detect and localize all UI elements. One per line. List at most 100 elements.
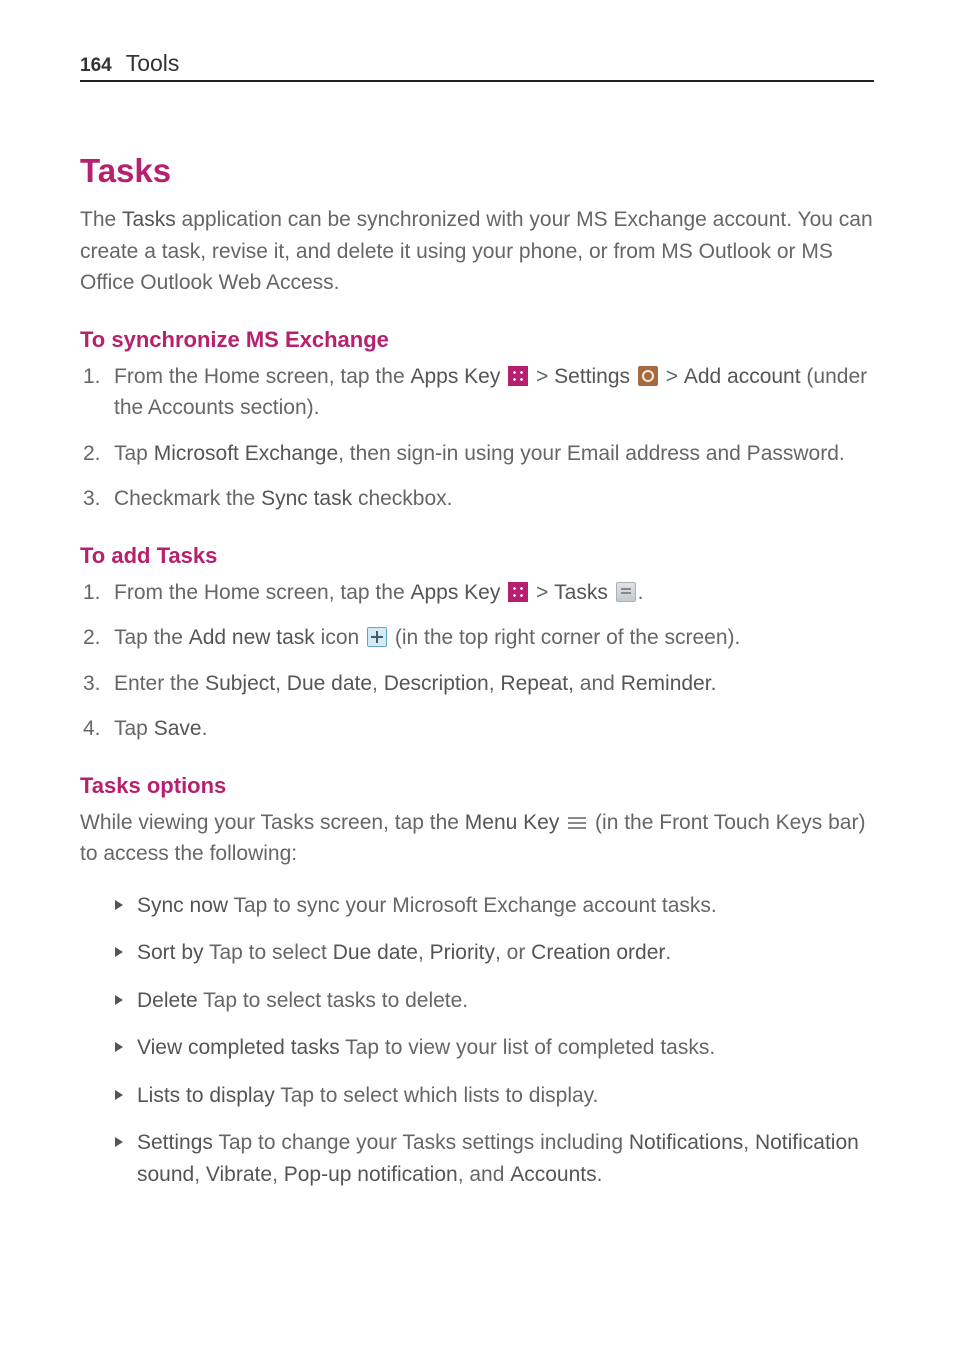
list-item: Settings Tap to change your Tasks settin… bbox=[115, 1127, 874, 1190]
step-number: 2. bbox=[83, 438, 101, 470]
bold-text: Delete bbox=[137, 989, 198, 1012]
step-number: 3. bbox=[83, 668, 101, 700]
text: , or bbox=[495, 941, 531, 964]
bold-text: Add account bbox=[684, 365, 801, 388]
bold-text: Due date bbox=[333, 941, 418, 964]
steps-list: 1. From the Home screen, tap the Apps Ke… bbox=[80, 361, 874, 515]
text: application can be synchronized with you… bbox=[80, 208, 873, 294]
list-item: Lists to display Tap to select which lis… bbox=[115, 1080, 874, 1112]
bold-text: Vibrate bbox=[206, 1163, 272, 1186]
text: From the Home screen, tap the bbox=[114, 581, 410, 604]
page-header: 164 Tools bbox=[80, 50, 874, 82]
list-item: 1. From the Home screen, tap the Apps Ke… bbox=[80, 577, 874, 609]
options-list: Sync now Tap to sync your Microsoft Exch… bbox=[115, 890, 874, 1191]
menu-key-icon bbox=[568, 816, 586, 830]
text: , bbox=[489, 672, 501, 695]
text: , bbox=[372, 672, 384, 695]
text: > bbox=[530, 365, 554, 388]
tasks-icon bbox=[616, 582, 636, 602]
text: From the Home screen, tap the bbox=[114, 365, 410, 388]
text: (in the top right corner of the screen). bbox=[389, 626, 740, 649]
bold-text: Subject bbox=[205, 672, 275, 695]
text: . bbox=[665, 941, 671, 964]
text: , bbox=[272, 1163, 284, 1186]
bold-text: Pop-up notification bbox=[284, 1163, 458, 1186]
triangle-bullet-icon bbox=[115, 1137, 123, 1147]
step-number: 3. bbox=[83, 483, 101, 515]
document-page: 164 Tools Tasks The Tasks application ca… bbox=[0, 0, 954, 1266]
heading-sync: To synchronize MS Exchange bbox=[80, 327, 874, 353]
bold-text: Notifications bbox=[629, 1131, 743, 1154]
bold-text: Apps Key bbox=[410, 365, 500, 388]
list-item: Sort by Tap to select Due date, Priority… bbox=[115, 937, 874, 969]
heading-add: To add Tasks bbox=[80, 543, 874, 569]
text: Enter the bbox=[114, 672, 205, 695]
heading-options: Tasks options bbox=[80, 773, 874, 799]
text: and bbox=[574, 672, 621, 695]
list-item: View completed tasks Tap to view your li… bbox=[115, 1032, 874, 1064]
text: The bbox=[80, 208, 122, 231]
bold-text: Settings bbox=[554, 365, 630, 388]
bold-text: Sync now bbox=[137, 894, 228, 917]
options-intro: While viewing your Tasks screen, tap the… bbox=[80, 807, 874, 870]
triangle-bullet-icon bbox=[115, 995, 123, 1005]
bold-text: Lists to display bbox=[137, 1084, 275, 1107]
bold-text: Description bbox=[384, 672, 489, 695]
step-number: 4. bbox=[83, 713, 101, 745]
list-item: Delete Tap to select tasks to delete. bbox=[115, 985, 874, 1017]
text: Tap bbox=[114, 717, 154, 740]
text: , bbox=[418, 941, 430, 964]
bold-text: Accounts bbox=[510, 1163, 596, 1186]
triangle-bullet-icon bbox=[115, 1090, 123, 1100]
text: . bbox=[638, 581, 644, 604]
text: , bbox=[275, 672, 287, 695]
bold-text: Tasks bbox=[554, 581, 608, 604]
list-item: 2. Tap the Add new task icon (in the top… bbox=[80, 622, 874, 654]
text: While viewing your Tasks screen, tap the bbox=[80, 811, 465, 834]
text: Tap to select which lists to display. bbox=[275, 1084, 599, 1107]
text: , and bbox=[458, 1163, 511, 1186]
bold-text: Add new task bbox=[189, 626, 315, 649]
list-item: 4. Tap Save. bbox=[80, 713, 874, 745]
bold-text: Repeat, bbox=[500, 672, 574, 695]
step-number: 1. bbox=[83, 577, 101, 609]
text: > bbox=[660, 365, 684, 388]
bold-text: Menu Key bbox=[465, 811, 560, 834]
bold-text: Microsoft Exchange bbox=[154, 442, 338, 465]
bold-text: Apps Key bbox=[410, 581, 500, 604]
list-item: 2. Tap Microsoft Exchange, then sign-in … bbox=[80, 438, 874, 470]
list-item: Sync now Tap to sync your Microsoft Exch… bbox=[115, 890, 874, 922]
bold-text: Reminder. bbox=[621, 672, 717, 695]
text: icon bbox=[315, 626, 365, 649]
apps-key-icon bbox=[508, 582, 528, 602]
text: . bbox=[597, 1163, 603, 1186]
bold-text: Sort by bbox=[137, 941, 204, 964]
bold-text: Tasks bbox=[122, 208, 176, 231]
apps-key-icon bbox=[508, 366, 528, 386]
triangle-bullet-icon bbox=[115, 900, 123, 910]
page-number: 164 bbox=[80, 55, 112, 77]
list-item: 1. From the Home screen, tap the Apps Ke… bbox=[80, 361, 874, 424]
triangle-bullet-icon bbox=[115, 1042, 123, 1052]
list-item: 3. Checkmark the Sync task checkbox. bbox=[80, 483, 874, 515]
text: . bbox=[202, 717, 208, 740]
triangle-bullet-icon bbox=[115, 947, 123, 957]
text: Tap to change your Tasks settings includ… bbox=[213, 1131, 629, 1154]
settings-icon bbox=[638, 366, 658, 386]
text: Tap to select tasks to delete. bbox=[198, 989, 468, 1012]
text: , bbox=[743, 1131, 755, 1154]
bold-text: Creation order bbox=[531, 941, 665, 964]
section-name: Tools bbox=[126, 50, 180, 77]
text: checkbox. bbox=[352, 487, 452, 510]
text: , bbox=[194, 1163, 206, 1186]
text: Tap bbox=[114, 442, 154, 465]
steps-list: 1. From the Home screen, tap the Apps Ke… bbox=[80, 577, 874, 745]
bold-text: Sync task bbox=[261, 487, 352, 510]
intro-paragraph: The Tasks application can be synchronize… bbox=[80, 204, 874, 299]
text: Checkmark the bbox=[114, 487, 261, 510]
list-item: 3. Enter the Subject, Due date, Descript… bbox=[80, 668, 874, 700]
text: Tap the bbox=[114, 626, 189, 649]
text: Tap to view your list of completed tasks… bbox=[340, 1036, 715, 1059]
bold-text: Save bbox=[154, 717, 202, 740]
text: , then sign-in using your Email address … bbox=[338, 442, 845, 465]
